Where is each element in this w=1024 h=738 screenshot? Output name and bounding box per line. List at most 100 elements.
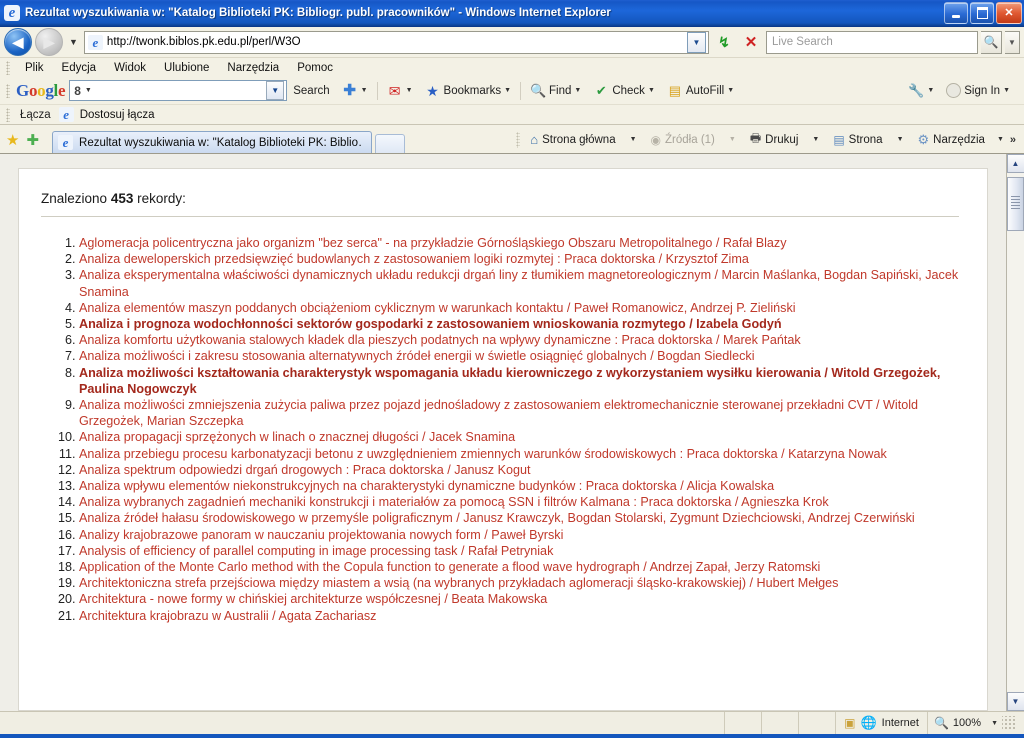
result-link[interactable]: Application of the Monte Carlo method wi…: [79, 560, 820, 574]
google-search-input[interactable]: 8 ▼ ▼: [69, 80, 288, 101]
result-item[interactable]: Analiza możliwości zmniejszenia zużycia …: [79, 397, 959, 429]
search-provider-dropdown[interactable]: ▼: [1005, 30, 1020, 54]
google-settings-button[interactable]: 🔧 ▼: [902, 83, 940, 99]
resize-grip[interactable]: [1002, 716, 1016, 730]
result-item[interactable]: Analysis of efficiency of parallel compu…: [79, 543, 959, 559]
live-search-input[interactable]: Live Search: [772, 36, 833, 48]
menu-item-edycja[interactable]: Edycja: [53, 60, 106, 76]
menu-item-pomoc[interactable]: Pomoc: [288, 60, 342, 76]
result-link[interactable]: Architektura - nowe formy w chińskiej ar…: [79, 592, 547, 606]
menu-item-ulubione[interactable]: Ulubione: [155, 60, 218, 76]
zoom-caret-icon[interactable]: ▼: [985, 720, 998, 727]
result-item[interactable]: Analiza spektrum odpowiedzi drgań drogow…: [79, 462, 959, 478]
result-link[interactable]: Analiza eksperymentalna właściwości dyna…: [79, 268, 958, 298]
google-toolbar-grip-handle[interactable]: [6, 83, 10, 98]
customize-links-item[interactable]: e Dostosuj łącza: [55, 107, 154, 122]
menu-item-plik[interactable]: Plik: [16, 60, 53, 76]
command-print[interactable]: 🖶 Drukuj: [744, 129, 805, 150]
scroll-up-button[interactable]: ▲: [1006, 154, 1024, 173]
google-gmail-button[interactable]: ✉ ▼: [381, 83, 419, 99]
result-item[interactable]: Analiza źródeł hałasu środowiskowego w p…: [79, 510, 959, 526]
menu-grip-handle[interactable]: [6, 60, 10, 75]
zoom-control[interactable]: 🔍 100% ▼: [928, 716, 1024, 730]
result-link[interactable]: Analiza wpływu elementów niekonstrukcyjn…: [79, 479, 774, 493]
result-item[interactable]: Analiza wpływu elementów niekonstrukcyjn…: [79, 478, 959, 494]
result-item[interactable]: Architektura krajobrazu w Australii / Ag…: [79, 608, 959, 624]
result-link[interactable]: Analiza komfortu użytkowania stalowych k…: [79, 333, 801, 347]
result-link[interactable]: Analiza elementów maszyn poddanych obcią…: [79, 301, 796, 315]
result-item[interactable]: Analiza komfortu użytkowania stalowych k…: [79, 332, 959, 348]
result-link[interactable]: Analiza deweloperskich przedsięwzięć bud…: [79, 252, 749, 266]
result-item[interactable]: Analizy krajobrazowe panoram w nauczaniu…: [79, 527, 959, 543]
google-find-button[interactable]: 🔍 Find ▼: [524, 83, 587, 99]
result-link[interactable]: Analiza i prognoza wodochłonności sektor…: [79, 317, 782, 331]
add-to-favorites-icon[interactable]: ✚: [24, 133, 41, 148]
result-item[interactable]: Analiza wybranych zagadnień mechaniki ko…: [79, 494, 959, 510]
command-home[interactable]: ⌂ Strona główna: [524, 132, 621, 147]
google-search-button[interactable]: Search: [287, 85, 335, 97]
command-tools[interactable]: ⚙ Narzędzia: [912, 132, 991, 148]
restore-button[interactable]: [970, 2, 994, 24]
result-link[interactable]: Architektura krajobrazu w Australii / Ag…: [79, 609, 376, 623]
result-item[interactable]: Analiza deweloperskich przedsięwzięć bud…: [79, 251, 959, 267]
google-check-button[interactable]: ✔ Check ▼: [587, 83, 661, 99]
result-link[interactable]: Analiza przebiegu procesu karbonatyzacji…: [79, 447, 887, 461]
result-link[interactable]: Analiza propagacji sprzężonych w linach …: [79, 430, 515, 444]
tab-active[interactable]: e Rezultat wyszukiwania w: "Katalog Bibl…: [52, 131, 373, 153]
history-dropdown-button[interactable]: ▼: [66, 37, 81, 47]
result-item[interactable]: Analiza eksperymentalna właściwości dyna…: [79, 267, 959, 299]
google-sign-in-button[interactable]: Sign In ▼: [940, 83, 1016, 98]
google-plus-button[interactable]: ✚ ▼: [336, 82, 374, 99]
menu-item-narzedzia[interactable]: Narzędzia: [218, 60, 288, 76]
refresh-button[interactable]: ↯: [712, 30, 736, 54]
google-autofill-button[interactable]: ▤ AutoFill ▼: [661, 83, 740, 99]
back-button[interactable]: ◀: [4, 28, 32, 56]
address-dropdown-button[interactable]: ▼: [687, 31, 706, 53]
forward-button[interactable]: ▶: [35, 28, 63, 56]
result-link[interactable]: Analysis of efficiency of parallel compu…: [79, 544, 553, 558]
command-page[interactable]: ▤ Strona: [827, 133, 888, 147]
google-bookmarks-button[interactable]: ★ Bookmarks ▼: [419, 83, 517, 99]
stop-button[interactable]: ✕: [739, 30, 763, 54]
result-item[interactable]: Architektura - nowe formy w chińskiej ar…: [79, 591, 959, 607]
command-feeds-caret-icon[interactable]: ▼: [721, 136, 744, 143]
result-item[interactable]: Analiza i prognoza wodochłonności sektor…: [79, 316, 959, 332]
live-search-box[interactable]: Live Search: [766, 30, 978, 54]
command-feeds[interactable]: ◉ Źródła (1): [645, 133, 721, 147]
result-item[interactable]: Architektoniczna strefa przejściowa międ…: [79, 575, 959, 591]
command-tools-caret-icon[interactable]: ▼: [991, 136, 1010, 143]
google-search-dropdown-button[interactable]: ▼: [266, 81, 285, 100]
result-link[interactable]: Aglomeracja policentryczna jako organizm…: [79, 236, 787, 250]
result-link[interactable]: Analiza możliwości i zakresu stosowania …: [79, 349, 755, 363]
scroll-down-button[interactable]: ▼: [1006, 692, 1024, 711]
result-link[interactable]: Analiza możliwości kształtowania charakt…: [79, 366, 940, 396]
scrollbar-track[interactable]: [1007, 173, 1024, 692]
result-item[interactable]: Analiza elementów maszyn poddanych obcią…: [79, 300, 959, 316]
result-item[interactable]: Analiza propagacji sprzężonych w linach …: [79, 429, 959, 445]
result-link[interactable]: Architektoniczna strefa przejściowa międ…: [79, 576, 838, 590]
menu-item-widok[interactable]: Widok: [105, 60, 155, 76]
command-page-caret-icon[interactable]: ▼: [889, 136, 912, 143]
favorites-center-icon[interactable]: ★: [4, 133, 21, 148]
command-bar-grip[interactable]: [516, 131, 521, 148]
google-engine-badge[interactable]: 8: [72, 84, 83, 98]
command-overflow-button[interactable]: »: [1010, 134, 1020, 146]
address-input[interactable]: http://twonk.biblos.pk.edu.pl/perl/W3O: [107, 36, 687, 48]
command-print-caret-icon[interactable]: ▼: [804, 136, 827, 143]
result-item[interactable]: Aglomeracja policentryczna jako organizm…: [79, 235, 959, 251]
security-zone[interactable]: ▣ 🌐 Internet: [836, 712, 928, 734]
new-tab-button[interactable]: [375, 134, 406, 153]
result-link[interactable]: Analiza źródeł hałasu środowiskowego w p…: [79, 511, 915, 525]
address-bar[interactable]: e http://twonk.biblos.pk.edu.pl/perl/W3O…: [83, 30, 709, 54]
result-link[interactable]: Analiza możliwości zmniejszenia zużycia …: [79, 398, 918, 428]
minimize-button[interactable]: [944, 2, 968, 24]
result-link[interactable]: Analiza spektrum odpowiedzi drgań drogow…: [79, 463, 531, 477]
search-submit-button[interactable]: 🔍: [981, 30, 1002, 54]
close-button[interactable]: ✕: [996, 2, 1022, 24]
links-grip-handle[interactable]: [6, 107, 10, 122]
result-link[interactable]: Analizy krajobrazowe panoram w nauczaniu…: [79, 528, 563, 542]
scrollbar-thumb[interactable]: [1007, 177, 1024, 231]
command-home-caret-icon[interactable]: ▼: [622, 136, 645, 143]
result-item[interactable]: Analiza możliwości i zakresu stosowania …: [79, 348, 959, 364]
result-link[interactable]: Analiza wybranych zagadnień mechaniki ko…: [79, 495, 829, 509]
